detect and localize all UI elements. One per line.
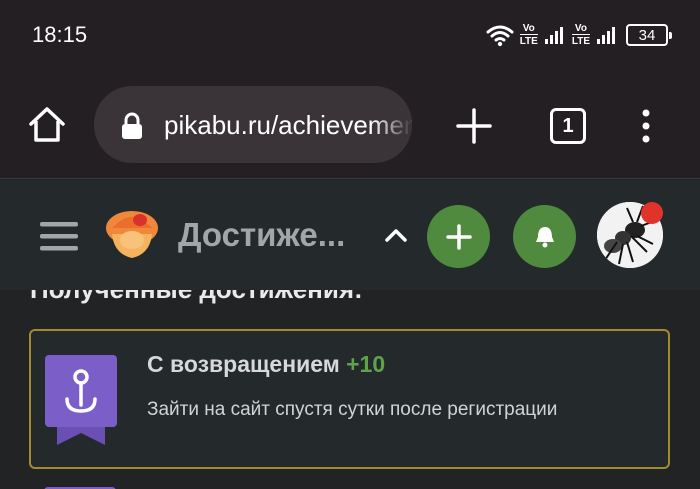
home-icon[interactable] [26,104,68,146]
hamburger-menu-icon[interactable] [40,220,78,252]
battery-indicator: 34 [626,24,672,46]
volte-top-2: Vo [574,23,587,34]
signal-icon [597,27,615,44]
achievement-points: +10 [346,351,386,377]
url-fade [372,86,412,163]
site-header: Достиже... [0,180,700,290]
bell-icon [535,226,554,247]
notifications-button[interactable] [513,205,576,268]
plus-icon[interactable] [454,106,494,146]
achievement-title: С возвращением +10 [147,351,385,378]
anchor-location-icon [45,355,117,445]
signal-icon [544,27,563,44]
volte-top-1: Vo [522,23,535,34]
volte-bottom-1: LTE [519,34,538,47]
status-icons: Vo LTE Vo LTE 34 [486,20,672,50]
lock-icon [122,112,142,139]
notification-dot [641,202,663,224]
chevron-up-icon[interactable] [382,222,410,250]
tab-switcher-button[interactable]: 1 [550,108,586,144]
volte-bottom-2: LTE [571,34,590,47]
more-vert-icon[interactable] [632,106,660,146]
achievement-card[interactable]: С возвращением +10 Зайти на сайт спустя … [29,329,670,469]
pikabu-logo-icon[interactable] [102,206,162,264]
volte-indicator-1: Vo LTE [519,23,538,47]
status-time: 18:15 [32,22,88,47]
page-title: Достиже... [178,216,346,253]
wifi-icon [486,25,514,47]
main-content: Полученные достижения: С возвращением +1… [0,290,700,489]
achievement-description: Зайти на сайт спустя сутки после регистр… [147,399,558,420]
volte-indicator-2: Vo LTE [571,23,590,47]
browser-toolbar: pikabu.ru/achievements 1 [0,72,700,179]
plus-icon [445,223,472,250]
section-title: Полученные достижения: [30,290,363,305]
achievement-name: С возвращением [147,351,340,377]
add-post-button[interactable] [427,205,490,268]
address-bar[interactable]: pikabu.ru/achievements [94,86,412,163]
status-bar: 18:15 Vo LTE Vo LTE 34 [0,0,700,72]
